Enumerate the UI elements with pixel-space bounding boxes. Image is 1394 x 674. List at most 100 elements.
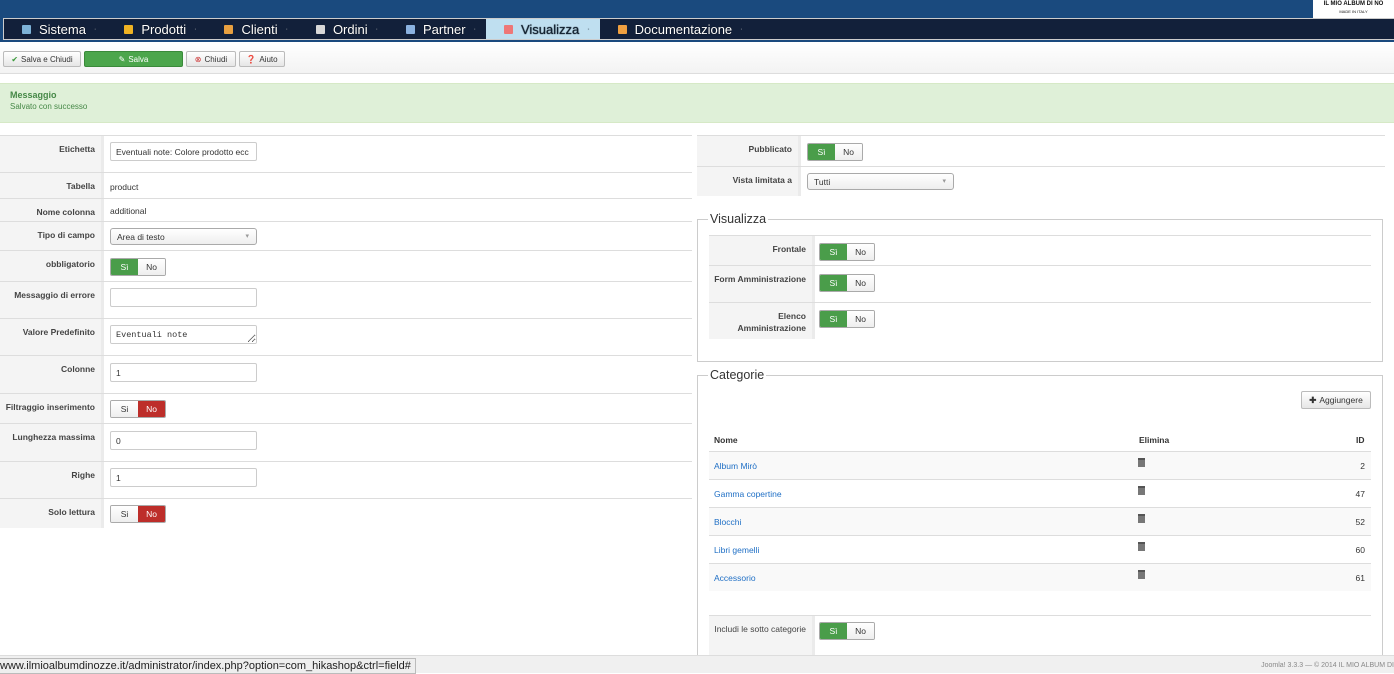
- category-id: 47: [1355, 489, 1365, 499]
- field-lunghezza: Lunghezza massima: [0, 423, 692, 461]
- menu-item-documentazione[interactable]: Documentazione ·: [600, 19, 753, 39]
- help-icon: ❓: [246, 54, 257, 64]
- yes-option[interactable]: Si: [111, 506, 138, 522]
- save-and-close-button[interactable]: ✔ Salva e Chiudi: [3, 51, 81, 67]
- menu-item-sistema[interactable]: Sistema ·: [4, 19, 106, 39]
- trash-icon[interactable]: [1138, 542, 1145, 551]
- pubblicato-toggle[interactable]: Sì No: [807, 143, 863, 161]
- category-id: 61: [1355, 573, 1365, 583]
- label-vista: Vista limitata a: [697, 167, 801, 196]
- field-filtraggio: Filtraggio inserimento Si No: [0, 393, 692, 423]
- menu-label: Partner: [422, 21, 466, 37]
- tabella-value: product: [110, 182, 139, 192]
- obbligatorio-toggle[interactable]: Sì No: [110, 258, 166, 276]
- righe-input[interactable]: [110, 468, 257, 487]
- menu-item-ordini[interactable]: Ordini ·: [298, 19, 388, 39]
- no-option[interactable]: No: [847, 244, 874, 260]
- tools-icon: [22, 24, 31, 34]
- yes-option[interactable]: Sì: [808, 144, 835, 160]
- form-admin-toggle[interactable]: Sì No: [819, 274, 875, 292]
- menu-item-partner[interactable]: Partner ·: [388, 19, 486, 39]
- field-righe: Righe: [0, 461, 692, 498]
- category-link[interactable]: Album Mirò: [714, 461, 757, 471]
- trash-icon[interactable]: [1138, 458, 1145, 467]
- label-nome-colonna: Nome colonna: [0, 199, 104, 221]
- check-icon: ✔: [11, 54, 19, 64]
- yes-option[interactable]: Sì: [820, 275, 847, 291]
- message-title: Messaggio: [10, 90, 57, 100]
- add-label: Aggiungere: [1319, 395, 1363, 405]
- colonne-input[interactable]: [110, 363, 257, 382]
- label-pubblicato: Pubblicato: [697, 136, 801, 166]
- display-icon: [503, 24, 513, 34]
- plus-icon: ✚: [1309, 394, 1317, 405]
- label-errore: Messaggio di errore: [0, 282, 104, 318]
- category-link[interactable]: Blocchi: [714, 517, 741, 527]
- no-option[interactable]: No: [847, 275, 874, 291]
- menu-item-visualizza[interactable]: Visualizza ·: [485, 19, 600, 39]
- column-header-id: ID: [1356, 435, 1365, 445]
- elenco-admin-toggle[interactable]: Sì No: [819, 310, 875, 328]
- label-tipo: Tipo di campo: [0, 222, 104, 250]
- dropdown-indicator-icon: ·: [93, 25, 97, 33]
- sub-categorie-toggle[interactable]: Sì No: [819, 622, 875, 640]
- no-option[interactable]: No: [847, 623, 874, 639]
- trash-icon[interactable]: [1138, 486, 1145, 495]
- no-option[interactable]: No: [138, 506, 165, 522]
- category-link[interactable]: Accessorio: [714, 573, 756, 583]
- close-label: Chiudi: [204, 54, 228, 64]
- filtraggio-toggle[interactable]: Si No: [110, 400, 166, 418]
- close-button[interactable]: ⊗ Chiudi: [186, 51, 236, 67]
- success-message: Messaggio Salvato con successo: [0, 83, 1394, 123]
- category-link[interactable]: Gamma copertine: [714, 489, 782, 499]
- etichetta-input[interactable]: [110, 142, 257, 161]
- field-obbligatorio: obbligatorio Sì No: [0, 250, 692, 281]
- help-button[interactable]: ❓ Aiuto: [239, 51, 285, 67]
- no-option[interactable]: No: [138, 259, 165, 275]
- nome-colonna-value: additional: [110, 206, 147, 216]
- label-predefinito: Valore Predefinito: [0, 319, 104, 355]
- dropdown-indicator-icon: ·: [740, 25, 743, 33]
- add-category-button[interactable]: ✚ Aggiungere: [1301, 391, 1371, 409]
- errore-input[interactable]: [110, 288, 257, 307]
- save-button[interactable]: ✎ Salva: [84, 51, 183, 67]
- frontale-toggle[interactable]: Sì No: [819, 243, 875, 261]
- label-sub-categorie: Includi le sotto categorie: [709, 616, 815, 655]
- label-obbligatorio: obbligatorio: [0, 251, 104, 281]
- field-errore: Messaggio di errore: [0, 281, 692, 318]
- label-righe: Righe: [0, 462, 104, 498]
- vista-select[interactable]: Tutti: [807, 173, 954, 190]
- lunghezza-input[interactable]: [110, 431, 257, 450]
- trash-icon[interactable]: [1138, 514, 1145, 523]
- yes-option[interactable]: Sì: [111, 259, 138, 275]
- yes-option[interactable]: Sì: [820, 244, 847, 260]
- categorie-legend: Categorie: [710, 368, 765, 382]
- yes-option[interactable]: Sì: [820, 311, 847, 327]
- menu-item-prodotti[interactable]: Prodotti ·: [106, 19, 206, 39]
- solo-lettura-toggle[interactable]: Si No: [110, 505, 166, 523]
- footer-copyright: Joomla! 3.3.3 — © 2014 IL MIO ALBUM DI: [1261, 662, 1394, 669]
- tipo-select[interactable]: Area di testo: [110, 228, 257, 245]
- table-row: Album Mirò 2: [709, 451, 1371, 479]
- yes-option[interactable]: Sì: [820, 623, 847, 639]
- users-icon: [224, 24, 234, 34]
- field-vista: Vista limitata a Tutti: [697, 166, 1385, 196]
- field-colonne: Colonne: [0, 355, 692, 393]
- visualizza-legend: Visualizza: [710, 212, 767, 226]
- table-row: Gamma copertine 47: [709, 479, 1371, 507]
- trash-icon[interactable]: [1138, 570, 1145, 579]
- category-link[interactable]: Libri gemelli: [714, 545, 759, 555]
- field-tipo: Tipo di campo Area di testo: [0, 221, 692, 250]
- field-nome-colonna: Nome colonna additional: [0, 198, 692, 221]
- no-option[interactable]: No: [138, 401, 165, 417]
- menu-item-clienti[interactable]: Clienti ·: [206, 19, 297, 39]
- yes-option[interactable]: Si: [111, 401, 138, 417]
- predefinito-textarea[interactable]: Eventuali note: [110, 325, 257, 344]
- field-frontale: Frontale Sì No: [709, 235, 1371, 265]
- field-pubblicato: Pubblicato Sì No: [697, 135, 1385, 166]
- no-option[interactable]: No: [847, 311, 874, 327]
- label-solo-lettura: Solo lettura: [0, 499, 104, 528]
- logo-subtext: MADE IN ITALY: [1339, 9, 1368, 14]
- dropdown-indicator-icon: ·: [473, 25, 476, 33]
- no-option[interactable]: No: [835, 144, 862, 160]
